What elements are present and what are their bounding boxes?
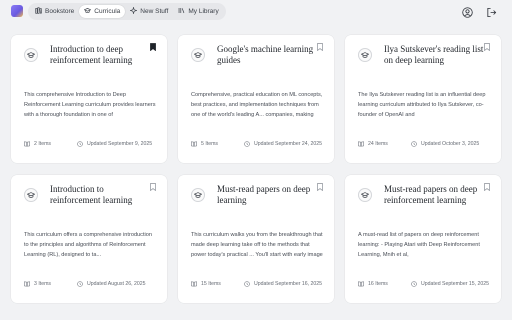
bookmark-icon[interactable]: [317, 43, 323, 51]
card-title[interactable]: Introduction to deep reinforcement learn…: [50, 44, 150, 66]
card-description: Comprehensive, practical education on ML…: [191, 92, 323, 118]
card-description: This curriculum offers a comprehensive i…: [24, 232, 152, 258]
bookmark-icon[interactable]: [484, 43, 490, 51]
book-icon: [24, 281, 30, 287]
item-count-text: 15 Items: [201, 281, 221, 287]
curriculum-card[interactable]: Must-read papers on deep learning This c…: [178, 175, 334, 303]
tab-new-stuff[interactable]: New Stuff: [125, 5, 173, 18]
clock-icon: [77, 281, 83, 287]
cap-icon: [358, 188, 372, 202]
clock-icon: [411, 141, 417, 147]
card-title[interactable]: Introduction to reinforcement learning: [50, 184, 150, 206]
cap-icon: [191, 48, 205, 62]
cap-icon: [83, 7, 92, 16]
curriculum-card[interactable]: Introduction to deep reinforcement learn…: [11, 35, 167, 163]
tab-label: Curricula: [94, 8, 121, 15]
tab-curricula[interactable]: Curricula: [79, 5, 126, 18]
cap-icon: [191, 188, 205, 202]
book-icon: [191, 141, 197, 147]
card-description: The Ilya Sutskever reading list is an in…: [358, 92, 486, 118]
clock-icon: [411, 281, 417, 287]
updated-date: Updated September 9, 2025: [77, 141, 152, 147]
item-count: 16 Items: [358, 281, 411, 287]
tab-label: My Library: [188, 8, 219, 15]
item-count-text: 24 Items: [368, 141, 388, 147]
app-logo[interactable]: [11, 5, 23, 17]
updated-text: Updated September 15, 2025: [421, 281, 490, 287]
updated-date: Updated October 3, 2025: [411, 141, 479, 147]
updated-text: Updated September 24, 2025: [254, 141, 323, 147]
tab-label: New Stuff: [140, 8, 169, 15]
card-title[interactable]: Google's machine learning guides: [217, 44, 317, 66]
bookmark-icon[interactable]: [150, 183, 156, 191]
card-title[interactable]: Must-read papers on deep learning: [217, 184, 317, 206]
user-icon[interactable]: [462, 5, 473, 18]
curriculum-card[interactable]: Must-read papers on deep reinforcement l…: [345, 175, 501, 303]
item-count-text: 5 Items: [201, 141, 219, 147]
book-icon: [24, 141, 30, 147]
updated-text: Updated September 16, 2025: [254, 281, 323, 287]
card-title[interactable]: Ilya Sutskever's reading list on deep le…: [384, 44, 484, 66]
clock-icon: [77, 141, 83, 147]
book-icon: [358, 141, 364, 147]
updated-date: Updated September 16, 2025: [244, 281, 322, 287]
card-footer: 16 Items Updated September 15, 2025: [358, 279, 492, 289]
item-count: 3 Items: [24, 281, 77, 287]
card-title[interactable]: Must-read papers on deep reinforcement l…: [384, 184, 484, 206]
item-count-text: 16 Items: [368, 281, 388, 287]
item-count: 2 Items: [24, 141, 77, 147]
curriculum-card[interactable]: Introduction to reinforcement learning T…: [11, 175, 167, 303]
card-footer: 15 Items Updated September 16, 2025: [191, 279, 325, 289]
item-count: 5 Items: [191, 141, 244, 147]
tab-label: Bookstore: [45, 8, 75, 15]
books-icon: [35, 7, 42, 16]
book-icon: [191, 281, 197, 287]
curriculum-card[interactable]: Google's machine learning guides Compreh…: [178, 35, 334, 163]
card-footer: 2 Items Updated September 9, 2025: [24, 139, 158, 149]
card-footer: 24 Items Updated October 3, 2025: [358, 139, 492, 149]
sparkle-icon: [129, 6, 139, 16]
updated-date: Updated August 26, 2025: [77, 281, 146, 287]
clock-icon: [244, 281, 250, 287]
tab-my-library[interactable]: My Library: [173, 5, 223, 18]
card-description: This curriculum walks you from the break…: [191, 232, 323, 258]
library-icon: [178, 7, 185, 16]
item-count: 24 Items: [358, 141, 411, 147]
card-footer: 5 Items Updated September 24, 2025: [191, 139, 325, 149]
card-footer: 3 Items Updated August 26, 2025: [24, 279, 158, 289]
updated-text: Updated October 3, 2025: [421, 141, 480, 147]
main-nav: Bookstore Curricula New Stuff My Library: [28, 3, 226, 20]
curriculum-card[interactable]: Ilya Sutskever's reading list on deep le…: [345, 35, 501, 163]
bookmark-filled-icon[interactable]: [150, 43, 156, 51]
item-count-text: 3 Items: [34, 281, 52, 287]
book-icon: [358, 281, 364, 287]
tab-bookstore[interactable]: Bookstore: [30, 5, 79, 18]
top-bar: Bookstore Curricula New Stuff My Library: [0, 0, 512, 25]
updated-date: Updated September 15, 2025: [411, 281, 489, 287]
clock-icon: [244, 141, 250, 147]
cap-icon: [358, 48, 372, 62]
cap-icon: [24, 188, 38, 202]
card-description: A must-read list of papers on deep reinf…: [358, 232, 480, 258]
updated-text: Updated August 26, 2025: [87, 281, 146, 287]
logout-icon[interactable]: [486, 5, 497, 18]
bookmark-icon[interactable]: [317, 183, 323, 191]
updated-text: Updated September 9, 2025: [87, 141, 153, 147]
item-count: 15 Items: [191, 281, 244, 287]
cap-icon: [24, 48, 38, 62]
card-description: This comprehensive Introduction to Deep …: [24, 92, 156, 118]
updated-date: Updated September 24, 2025: [244, 141, 322, 147]
item-count-text: 2 Items: [34, 141, 52, 147]
bookmark-icon[interactable]: [484, 183, 490, 191]
